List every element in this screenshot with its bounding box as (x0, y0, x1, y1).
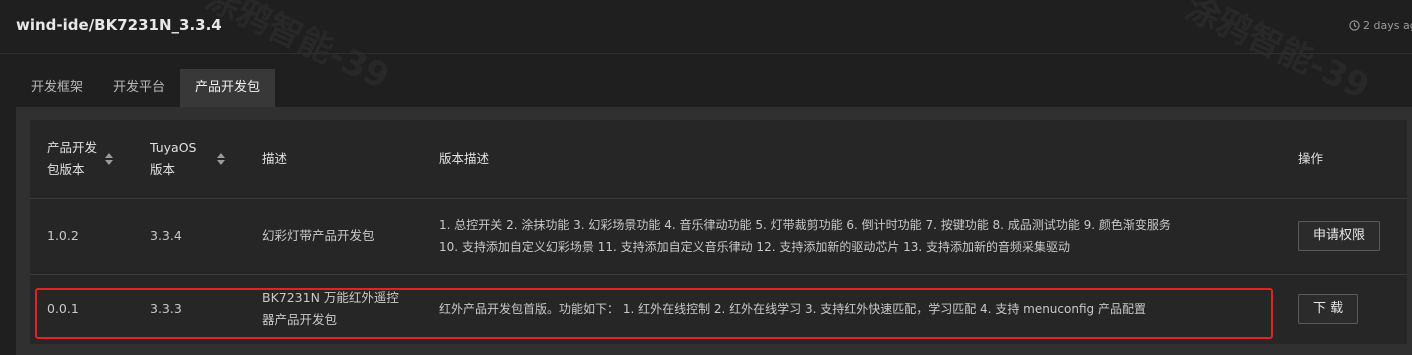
version-description-line: 1. 总控开关 2. 涂抹功能 3. 幻彩场景功能 4. 音乐律动功能 5. 灯… (439, 218, 1171, 232)
tab-platform[interactable]: 开发平台 (98, 69, 180, 107)
column-header-text: 版本描述 (439, 150, 490, 166)
download-button[interactable]: 下 载 (1298, 294, 1359, 325)
column-header-tuyaos-version[interactable]: TuyaOS 版本 (135, 120, 245, 198)
table-row: 1.0.2 3.3.4 幻彩灯带产品开发包 1. 总控开关 2. 涂抹功能 3.… (30, 198, 1407, 274)
sort-icon[interactable] (216, 152, 225, 165)
package-description: BK7231N 万能红外遥控 器产品开发包 (245, 287, 422, 331)
package-version: 0.0.1 (47, 301, 79, 317)
repo-header: wind-ide/BK7231N_3.3.4 2 days ago (0, 0, 1412, 54)
package-table: 产品开发 包版本 TuyaOS 版本 描述 版本描述 操作 1.0.2 3.3.… (30, 120, 1407, 344)
tuyaos-version: 3.3.4 (150, 228, 182, 243)
column-header-text: 版本 (150, 161, 176, 177)
tuyaos-version: 3.3.3 (150, 301, 182, 317)
clock-icon (1349, 20, 1360, 31)
column-header-text: 操作 (1298, 150, 1324, 166)
column-header-text: 描述 (262, 150, 288, 166)
version-description: 1. 总控开关 2. 涂抹功能 3. 幻彩场景功能 4. 音乐律动功能 5. 灯… (422, 214, 1281, 258)
sort-icon[interactable] (105, 152, 114, 165)
package-description-line: BK7231N 万能红外遥控 (262, 290, 399, 306)
package-description-line: 器产品开发包 (262, 312, 338, 328)
package-version: 1.0.2 (47, 228, 79, 243)
tab-bar: 开发框架 开发平台 产品开发包 (16, 69, 276, 107)
apply-permission-button[interactable]: 申请权限 (1298, 221, 1381, 251)
tab-product-package[interactable]: 产品开发包 (180, 69, 276, 107)
package-description: 幻彩灯带产品开发包 (262, 228, 375, 243)
column-header-version-desc: 版本描述 (422, 120, 1281, 198)
column-header-package-version[interactable]: 产品开发 包版本 (30, 120, 135, 198)
column-header-text: 产品开发 (47, 139, 98, 155)
updated-time: 2 days ago (1349, 19, 1412, 32)
column-header-description: 描述 (245, 120, 422, 198)
table-header-row: 产品开发 包版本 TuyaOS 版本 描述 版本描述 操作 (30, 120, 1407, 198)
column-header-action: 操作 (1281, 120, 1407, 198)
tab-framework[interactable]: 开发框架 (16, 69, 98, 107)
column-header-text: 包版本 (47, 161, 85, 177)
version-description: 红外产品开发包首版。功能如下： 1. 红外在线控制 2. 红外在线学习 3. 支… (439, 302, 1146, 317)
column-header-text: TuyaOS (150, 139, 197, 155)
table-row: 0.0.1 3.3.3 BK7231N 万能红外遥控 器产品开发包 红外产品开发… (30, 274, 1407, 344)
repo-title[interactable]: wind-ide/BK7231N_3.3.4 (16, 16, 222, 34)
updated-time-text: 2 days ago (1363, 19, 1412, 32)
page: 涂鸦智能-39 涂鸦智能-39 涂鸦智能-39 涂鸦智能-39 wind-ide… (0, 0, 1412, 355)
version-description-line: 10. 支持添加自定义幻彩场景 11. 支持添加自定义音乐律动 12. 支持添加… (439, 240, 1071, 254)
